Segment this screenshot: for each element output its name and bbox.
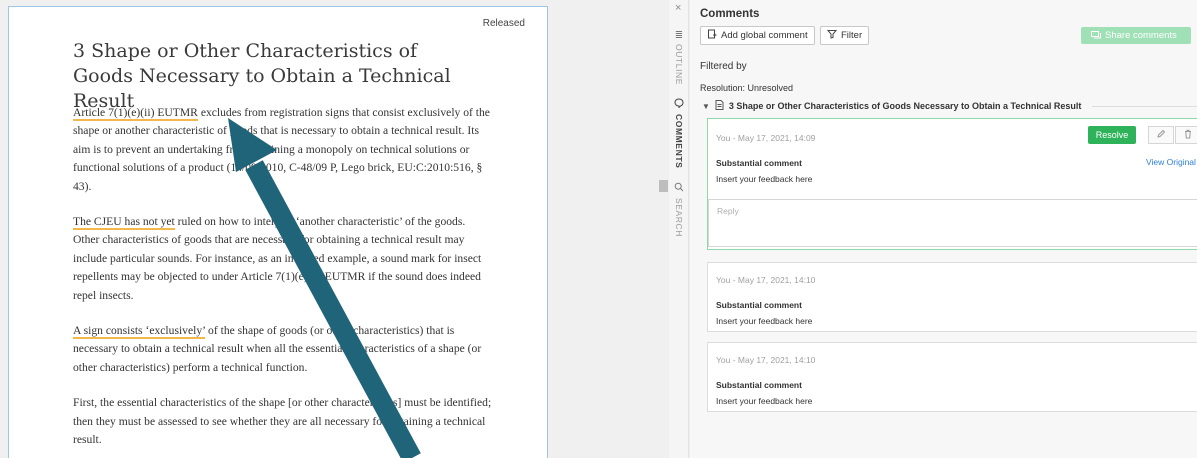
reply-input[interactable]: Reply (708, 199, 1197, 247)
side-tab-strip: × ≣ OUTLINE COMMENTS SEARCH (669, 0, 689, 458)
paragraph-text: First, the essential characteristics of … (73, 396, 492, 447)
commented-text[interactable]: A sign consists ‘exclusively’ (73, 324, 206, 340)
tab-search-label: SEARCH (674, 198, 684, 238)
tab-outline-label: OUTLINE (674, 44, 684, 86)
chevron-down-icon: ▼ (702, 101, 710, 111)
comment-group-title: 3 Shape or Other Characteristics of Good… (728, 101, 1082, 111)
resolve-button[interactable]: Resolve (1088, 126, 1136, 144)
paragraph-4: First, the essential characteristics of … (73, 394, 493, 449)
divider (1092, 105, 1197, 107)
comment-card[interactable]: You - May 17, 2021, 14:10 Substantial co… (707, 342, 1197, 412)
comments-panel: Comments Add global comment Filter Filte… (690, 0, 1197, 458)
pencil-icon (1156, 129, 1166, 142)
trash-icon (1183, 129, 1193, 142)
add-global-comment-label: Add global comment (721, 30, 808, 41)
share-icon (1091, 30, 1101, 42)
share-comments-button[interactable]: Share comments (1081, 27, 1191, 44)
panel-resize-handle[interactable] (659, 180, 668, 192)
comment-meta: You - May 17, 2021, 14:10 (716, 275, 816, 285)
delete-button[interactable] (1175, 126, 1197, 144)
close-icon[interactable]: × (675, 2, 681, 14)
add-comment-icon (707, 29, 717, 42)
document-page[interactable]: Released 3 Shape or Other Characteristic… (8, 6, 548, 458)
search-icon (674, 182, 684, 196)
comment-card[interactable]: You - May 17, 2021, 14:10 Substantial co… (707, 262, 1197, 332)
filtered-by-label: Filtered by (700, 61, 747, 72)
paragraph-1: Article 7(1)(e)(ii) EUTMR excludes from … (73, 104, 493, 196)
paragraph-2: The CJEU has not yet ruled on how to int… (73, 213, 493, 305)
add-global-comment-button[interactable]: Add global comment (700, 26, 815, 45)
document-body: Article 7(1)(e)(ii) EUTMR excludes from … (73, 104, 493, 458)
comment-card[interactable]: You - May 17, 2021, 14:09 Resolve Substa… (707, 118, 1197, 250)
edit-button[interactable] (1148, 126, 1174, 144)
outline-icon: ≣ (674, 30, 684, 41)
comment-meta: You - May 17, 2021, 14:09 (716, 133, 816, 143)
comment-text: Insert your feedback here (716, 174, 813, 184)
comment-meta: You - May 17, 2021, 14:10 (716, 355, 816, 365)
tab-comments[interactable]: COMMENTS (672, 98, 686, 168)
document-icon (715, 100, 724, 112)
workspace-background (549, 0, 659, 458)
tab-outline[interactable]: ≣ OUTLINE (672, 30, 686, 85)
comment-type: Substantial comment (716, 158, 802, 168)
filter-icon (826, 29, 838, 42)
commented-text[interactable]: Article 7(1)(e)(ii) EUTMR (73, 106, 198, 121)
share-comments-label: Share comments (1105, 30, 1177, 41)
tab-comments-label: COMMENTS (674, 114, 684, 169)
comment-icon (674, 98, 684, 112)
comment-group-header[interactable]: ▼ 3 Shape or Other Characteristics of Go… (702, 100, 1197, 112)
comment-text: Insert your feedback here (716, 316, 813, 326)
panel-title: Comments (700, 8, 760, 20)
comment-type: Substantial comment (716, 300, 802, 310)
tab-search[interactable]: SEARCH (672, 182, 686, 237)
resolution-filter-tag: Resolution: Unresolved (700, 83, 794, 93)
comment-type: Substantial comment (716, 380, 802, 390)
view-original-link[interactable]: View Original (1146, 157, 1196, 167)
document-status: Released (482, 18, 525, 29)
reply-placeholder: Reply (717, 206, 739, 216)
commented-text[interactable]: The CJEU has not yet (73, 215, 175, 231)
paragraph-3: A sign consists ‘exclusively’ of the sha… (73, 322, 493, 377)
document-title: 3 Shape or Other Characteristics of Good… (73, 40, 451, 112)
filter-button[interactable]: Filter (820, 26, 870, 45)
comment-text: Insert your feedback here (716, 396, 813, 406)
filter-label: Filter (841, 30, 863, 41)
